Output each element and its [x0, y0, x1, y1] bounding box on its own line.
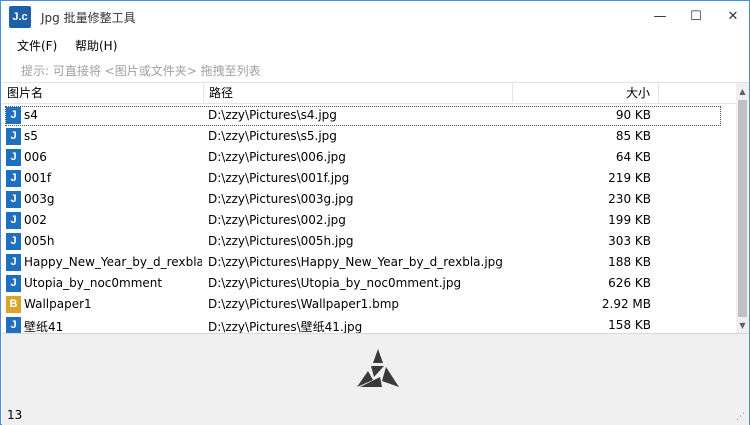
table-row[interactable]: J 003g D:\zzy\Pictures\003g.jpg 230 KB [2, 189, 737, 210]
jpg-file-icon: J [6, 170, 21, 187]
cell-file-name: 002 [24, 213, 47, 227]
cell-file-size: 626 KB [608, 276, 651, 290]
cell-file-name: Wallpaper1 [24, 297, 92, 311]
table-row[interactable]: B Wallpaper1 D:\zzy\Pictures\Wallpaper1.bm… [2, 294, 737, 315]
cell-file-name: Utopia_by_noc0mment [24, 276, 163, 290]
cell-file-name: 003g [24, 192, 55, 206]
table-row[interactable]: J 002 D:\zzy\Pictures\002.jpg 199 KB [2, 210, 737, 231]
jpg-file-icon: J [6, 254, 21, 271]
cell-file-size: 85 KB [615, 129, 651, 143]
bmp-file-icon: B [6, 296, 21, 313]
file-list[interactable]: 图片名 路径 大小 Js4 D:\zzy\Pictures\s4.jpg 90 KB… [2, 82, 749, 333]
column-header-size[interactable]: 大小 [513, 83, 659, 104]
table-row[interactable]: J 005h D:\zzy\Pictures\005h.jpg 303 KB [2, 231, 737, 252]
cell-file-name: 005h [24, 234, 55, 248]
cell-file-size: 219 KB [608, 171, 651, 185]
menu-file[interactable]: 文件(F) [17, 37, 57, 54]
cell-file-path: D:\zzy\Pictures\001f.jpg [208, 171, 350, 185]
cell-file-size: 199 KB [608, 213, 651, 227]
cell-file-path: D:\zzy\Pictures\壁纸41.jpg [208, 320, 363, 333]
cell-file-name: 006 [24, 150, 47, 164]
jpg-file-icon: J [6, 107, 21, 124]
cell-file-path: D:\zzy\Pictures\006.jpg [208, 150, 346, 164]
jpg-file-icon: J [6, 191, 21, 208]
cell-file-path: D:\zzy\Pictures\003g.jpg [208, 192, 354, 206]
list-header: 图片名 路径 大小 [2, 83, 737, 104]
jpg-file-icon: J [6, 317, 21, 333]
cell-file-path: D:\zzy\Pictures\002.jpg [208, 213, 346, 227]
jpg-file-icon: J [6, 128, 21, 145]
jpg-file-icon: J [6, 233, 21, 250]
table-row[interactable]: J Utopia_by_noc0mment D:\zzy\Pictures\Utop… [2, 273, 737, 294]
app-triangle-logo-icon [357, 349, 399, 387]
menu-help[interactable]: 帮助(H) [75, 37, 117, 54]
cell-file-size: 158 KB [608, 318, 651, 332]
cell-file-path: D:\zzy\Pictures\Utopia_by_noc0mment.jpg [208, 276, 462, 290]
cell-file-size: 64 KB [615, 150, 651, 164]
table-row[interactable]: J Happy_New_Year_by_d_rexbla D:\zzy\Pictur… [2, 252, 737, 273]
cell-file-size: 188 KB [608, 255, 651, 269]
column-header-path[interactable]: 路径 [204, 83, 513, 104]
table-row[interactable]: J 006 D:\zzy\Pictures\006.jpg 64 KB [2, 147, 737, 168]
window-title: Jpg 批量修整工具 [41, 11, 136, 25]
table-row[interactable]: Js4 D:\zzy\Pictures\s4.jpg 90 KB [2, 105, 737, 126]
file-count-status: 13 [7, 408, 23, 422]
menu-bar: 文件(F) 帮助(H) [1, 34, 749, 56]
cell-file-name: s5 [24, 129, 38, 143]
scroll-down-arrow-icon[interactable]: ▼ [736, 317, 749, 333]
cell-file-name: 001f [24, 171, 52, 185]
cell-file-name: s4 [24, 108, 38, 122]
table-row[interactable]: Js5 D:\zzy\Pictures\s5.jpg 85 KB [2, 126, 737, 147]
vertical-scrollbar[interactable]: ▲ ▼ [736, 83, 749, 333]
scroll-up-arrow-icon[interactable]: ▲ [736, 83, 749, 100]
cell-file-size: 303 KB [608, 234, 651, 248]
cell-file-size: 2.92 MB [601, 297, 651, 311]
drag-hint-text: 提示: 可直接将 <图片或文件夹> 拖拽至列表 [21, 64, 261, 78]
table-row[interactable]: J 001f D:\zzy\Pictures\001f.jpg 219 KB [2, 168, 737, 189]
table-row[interactable]: J 壁纸41 D:\zzy\Pictures\壁纸41.jpg 158 KB [2, 315, 737, 333]
cell-file-name: 壁纸41 [24, 320, 64, 333]
jpg-file-icon: J [6, 275, 21, 292]
cell-file-path: D:\zzy\Pictures\005h.jpg [208, 234, 354, 248]
cell-file-size: 90 KB [615, 108, 651, 122]
column-header-name[interactable]: 图片名 [2, 83, 204, 104]
bottom-panel: 13 ⋰ [2, 333, 749, 425]
close-button[interactable]: ✕ [710, 1, 750, 32]
cell-file-path: D:\zzy\Pictures\s4.jpg [208, 108, 337, 122]
jpg-file-icon: J [6, 149, 21, 166]
resize-grip-icon[interactable]: ⋰ [736, 412, 746, 422]
app-logo-icon: J.c [9, 6, 31, 28]
main-window: J.c Jpg 批量修整工具 — ☐ ✕ 文件(F) 帮助(H) 提示: 可直接… [0, 0, 750, 425]
cell-file-path: D:\zzy\Pictures\Happy_New_Year_by_d_rexb… [208, 255, 503, 269]
column-header-empty [659, 83, 737, 104]
cell-file-name: Happy_New_Year_by_d_rexbla [24, 255, 202, 269]
cell-file-path: D:\zzy\Pictures\s5.jpg [208, 129, 337, 143]
cell-file-size: 230 KB [608, 192, 651, 206]
jpg-file-icon: J [6, 212, 21, 229]
cell-file-path: D:\zzy\Pictures\Wallpaper1.bmp [208, 297, 400, 311]
title-bar[interactable]: J.c Jpg 批量修整工具 — ☐ ✕ [1, 1, 749, 32]
scrollbar-thumb[interactable] [738, 100, 747, 317]
